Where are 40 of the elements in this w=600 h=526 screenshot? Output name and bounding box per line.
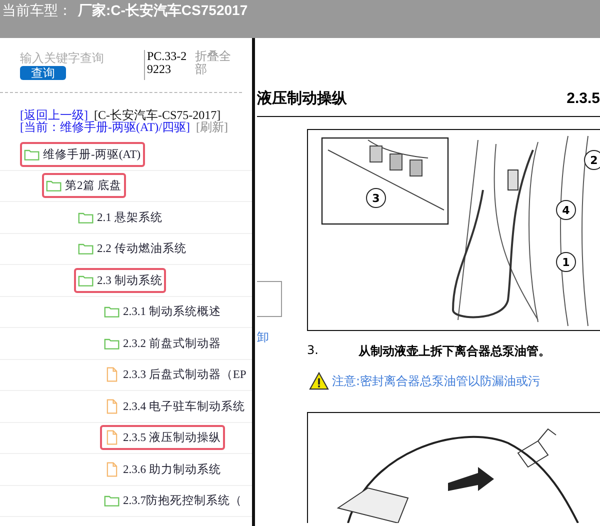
caution-text: 注意:密封离合器总泵油管以防漏油或污 bbox=[332, 372, 540, 390]
folder-icon bbox=[46, 178, 62, 194]
table-fragment bbox=[257, 281, 282, 317]
part-code-text: PC.33-29223 bbox=[144, 50, 187, 80]
tree-item[interactable]: 2.2 传动燃油系统 bbox=[74, 236, 190, 262]
tree-item[interactable]: 第2篇 底盘 bbox=[42, 173, 126, 198]
refresh-link[interactable]: [刷新] bbox=[196, 121, 228, 133]
tree-item[interactable]: 维修手册-两驱(AT) bbox=[20, 142, 145, 167]
tree-item[interactable]: 2.3.6 助力制动系统 bbox=[100, 456, 225, 482]
callout-number: 3 bbox=[366, 188, 386, 208]
callout-number: 4 bbox=[556, 200, 576, 220]
callout-number: 1 bbox=[556, 252, 576, 272]
search-button[interactable]: 查询 bbox=[20, 66, 66, 80]
document-icon bbox=[104, 430, 120, 446]
document-icon bbox=[104, 462, 120, 477]
side-text: 卸 bbox=[257, 329, 270, 346]
tree-item[interactable]: 2.3.2 前盘式制动器 bbox=[100, 330, 225, 356]
step-text: 从制动液壶上拆下离合器总泵油管。 bbox=[358, 343, 550, 360]
tree-item[interactable]: 2.3.3 后盘式制动器（EP bbox=[100, 362, 250, 388]
model-text: [C-长安汽车-CS75-2017] bbox=[94, 109, 221, 121]
tree-item[interactable]: 2.3.4 电子驻车制动系统 bbox=[100, 394, 249, 419]
tree-item[interactable]: 2.3 制动系统 bbox=[74, 268, 166, 293]
tree-item[interactable]: 2.3.5 液压制动操纵 bbox=[100, 425, 225, 450]
folder-icon bbox=[104, 493, 120, 508]
folder-icon bbox=[104, 304, 120, 320]
back-link[interactable]: [返回上一级] bbox=[20, 109, 88, 121]
step-number: 3. bbox=[307, 343, 318, 359]
tree-item[interactable]: 2.3.1 制动系统概述 bbox=[100, 299, 225, 324]
document-title: 液压制动操纵 bbox=[257, 88, 347, 108]
tree-item[interactable]: 2.1 悬架系统 bbox=[74, 204, 166, 230]
current-path-link[interactable]: [当前：维修手册-两驱(AT)/四驱] bbox=[20, 121, 190, 133]
car-model-text: 厂家:C-长安汽车CS752017 bbox=[78, 2, 248, 20]
tree-item[interactable]: 2.3.7防抱死控制系统（ bbox=[100, 488, 246, 514]
callout-number: 2 bbox=[584, 150, 600, 170]
folder-icon bbox=[78, 241, 94, 256]
warning-icon bbox=[309, 372, 329, 390]
header-label: 当前车型： bbox=[2, 2, 72, 20]
section-number: 2.3.5 bbox=[566, 90, 600, 106]
document-icon bbox=[104, 398, 120, 414]
document-icon bbox=[104, 367, 120, 382]
